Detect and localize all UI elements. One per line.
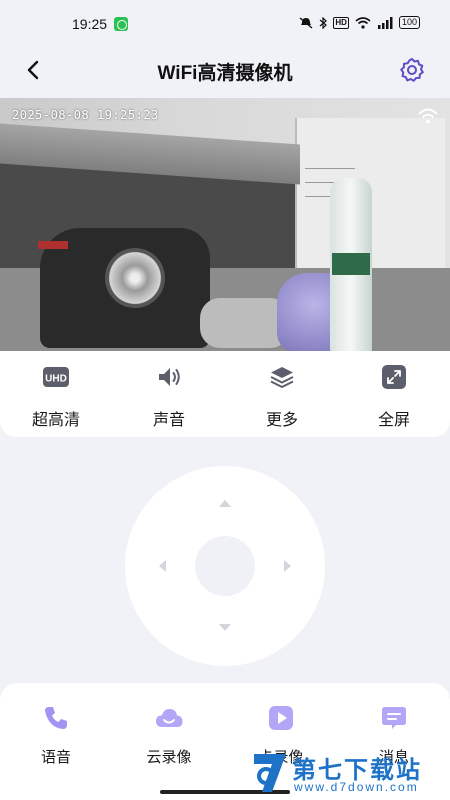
status-time: 19:25 xyxy=(72,16,108,32)
fullscreen-icon xyxy=(382,365,406,389)
cloud-icon xyxy=(156,709,183,727)
voice-button[interactable]: 语音 xyxy=(11,703,101,767)
fullscreen-label: 全屏 xyxy=(377,412,410,429)
ptz-left-arrow-icon[interactable] xyxy=(159,560,166,572)
status-icons: HD 100 xyxy=(299,16,420,29)
sound-button[interactable]: 声音 xyxy=(129,365,209,430)
live-video-view[interactable]: 2025-08-08 19:25:23 xyxy=(0,98,450,351)
signal-icon xyxy=(377,16,393,29)
message-icon xyxy=(382,707,406,729)
hd-badge: HD xyxy=(333,16,349,29)
app-notification-icon xyxy=(114,17,128,31)
ptz-direction-pad[interactable] xyxy=(125,466,325,666)
page-title: WiFi高清摄像机 xyxy=(157,63,293,84)
title-bar: WiFi高清摄像机 xyxy=(0,46,450,96)
video-disc xyxy=(105,248,165,308)
battery-icon: 100 xyxy=(398,16,420,29)
layers-icon xyxy=(270,367,294,388)
cloud-recording-label: 云录像 xyxy=(146,749,192,766)
speaker-icon xyxy=(159,368,180,386)
uhd-icon: UHD xyxy=(43,367,69,387)
more-button[interactable]: 更多 xyxy=(242,365,322,430)
ptz-up-arrow-icon[interactable] xyxy=(219,500,231,507)
cloud-recording-button[interactable]: 云录像 xyxy=(124,703,214,767)
ptz-down-arrow-icon[interactable] xyxy=(219,624,231,631)
play-icon xyxy=(269,706,293,730)
settings-gear-icon[interactable] xyxy=(398,56,426,84)
wifi-icon xyxy=(355,16,371,29)
watermark-url: www.d7down.com xyxy=(294,780,419,794)
bluetooth-icon xyxy=(320,16,328,29)
ptz-right-arrow-icon[interactable] xyxy=(284,560,291,572)
site-watermark: 第七下载站 www.d7down.com xyxy=(250,748,442,798)
watermark-logo-icon xyxy=(254,754,286,792)
video-red-strip xyxy=(38,241,68,249)
phone-icon xyxy=(45,707,67,729)
voice-label: 语音 xyxy=(40,749,71,766)
mute-icon xyxy=(299,16,313,29)
more-label: 更多 xyxy=(265,412,298,429)
video-controls: UHD 超高清 声音 更多 全屏 xyxy=(0,351,450,437)
uhd-button[interactable]: UHD 超高清 xyxy=(16,365,96,430)
video-wifi-icon xyxy=(418,108,438,124)
uhd-label: 超高清 xyxy=(31,412,80,429)
video-bottle-label xyxy=(332,253,370,275)
ptz-center-button[interactable] xyxy=(195,536,255,596)
video-timestamp: 2025-08-08 19:25:23 xyxy=(12,108,159,122)
fullscreen-button[interactable]: 全屏 xyxy=(354,365,434,430)
uhd-badge-text: UHD xyxy=(45,374,67,385)
status-bar: 19:25 HD 100 xyxy=(0,0,450,46)
video-board-line xyxy=(305,168,355,169)
sound-label: 声音 xyxy=(152,412,185,429)
